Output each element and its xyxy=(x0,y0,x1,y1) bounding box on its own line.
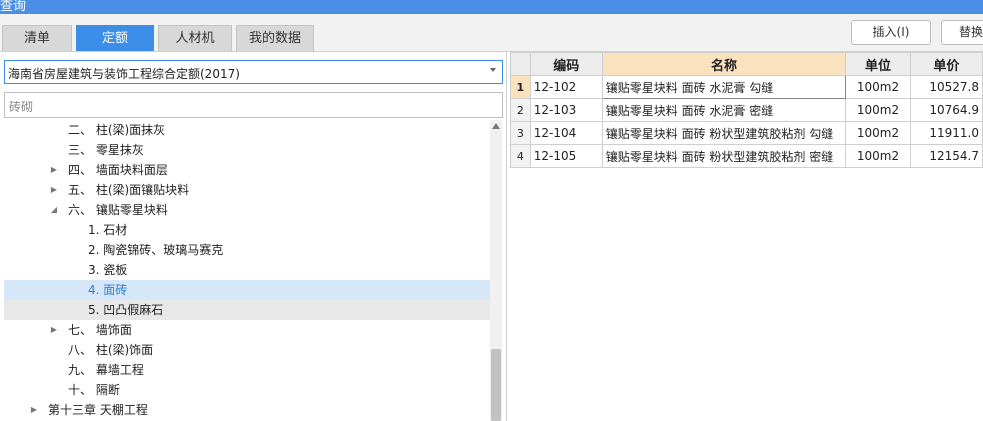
table-header-row: 编码 名称 单位 单价 xyxy=(510,52,983,76)
tree-node[interactable]: ▶ 五、 柱(梁)面镶贴块料 xyxy=(4,180,490,200)
tree-node[interactable]: 八、 柱(梁)饰面 xyxy=(4,340,490,360)
replace-button[interactable]: 替换 xyxy=(941,20,983,45)
triangle-right-icon[interactable]: ▶ xyxy=(49,160,59,180)
tree-node[interactable]: 二、 柱(梁)面抹灰 xyxy=(4,120,490,140)
cell-code[interactable]: 12-103 xyxy=(529,98,603,122)
cell-name[interactable]: 镶贴零星块料 面砖 水泥膏 勾缝 xyxy=(601,75,847,99)
cell-name[interactable]: 镶贴零星块料 面砖 水泥膏 密缝 xyxy=(601,98,847,122)
tree-node-label: 2. 陶瓷锦砖、玻璃马赛克 xyxy=(88,243,224,257)
table-row[interactable]: 2 12-103 镶贴零星块料 面砖 水泥膏 密缝 100m2 10764.9 xyxy=(510,98,983,122)
tree-node-selected[interactable]: 4. 面砖 xyxy=(4,280,490,300)
tree-scrollbar[interactable] xyxy=(490,120,502,421)
tab-labor-material-machine[interactable]: 人材机 xyxy=(158,25,232,51)
row-index: 3 xyxy=(510,121,531,145)
quota-results-table: 编码 名称 单位 单价 1 12-102 镶贴零星块料 面砖 水泥膏 勾缝 10… xyxy=(510,52,983,168)
insert-button[interactable]: 插入(I) xyxy=(851,20,931,45)
cell-unit[interactable]: 100m2 xyxy=(845,75,911,99)
column-header-price[interactable]: 单价 xyxy=(909,52,983,76)
tree-node-label: 1. 石材 xyxy=(88,223,128,237)
tree-node-label: 5. 凹凸假麻石 xyxy=(88,303,164,317)
row-index: 2 xyxy=(510,98,531,122)
tree-node-label: 3. 瓷板 xyxy=(88,263,128,277)
tab-bar: 清单 定额 人材机 我的数据 插入(I) 替换 xyxy=(0,14,983,52)
tab-bill[interactable]: 清单 xyxy=(2,25,72,51)
tree-node-label: 十、 隔断 xyxy=(68,383,120,397)
scrollbar-thumb[interactable] xyxy=(491,349,501,421)
cell-name[interactable]: 镶贴零星块料 面砖 粉状型建筑胶粘剂 勾缝 xyxy=(601,121,847,145)
cell-unit[interactable]: 100m2 xyxy=(845,144,911,168)
window-title: 查询 xyxy=(0,0,27,14)
cell-code[interactable]: 12-102 xyxy=(529,75,603,99)
triangle-right-icon[interactable]: ▶ xyxy=(29,400,39,420)
tree-node[interactable]: 十、 隔断 xyxy=(4,380,490,400)
quota-results-panel: 编码 名称 单位 单价 1 12-102 镶贴零星块料 面砖 水泥膏 勾缝 10… xyxy=(508,52,983,421)
tree-node-label: 九、 幕墙工程 xyxy=(68,363,144,377)
tree-node-label: 七、 墙饰面 xyxy=(68,323,132,337)
search-input[interactable]: 砖砌 xyxy=(4,92,503,118)
tree-node-label: 六、 镶贴零星块料 xyxy=(68,203,168,217)
tab-my-data[interactable]: 我的数据 xyxy=(236,25,314,51)
triangle-right-icon[interactable]: ▶ xyxy=(49,320,59,340)
cell-price[interactable]: 10764.9 xyxy=(909,98,983,122)
search-input-value: 砖砌 xyxy=(9,100,34,114)
cell-code[interactable]: 12-105 xyxy=(529,144,603,168)
cell-unit[interactable]: 100m2 xyxy=(845,98,911,122)
column-header-name[interactable]: 名称 xyxy=(601,52,847,76)
tree-node[interactable]: 2. 陶瓷锦砖、玻璃马赛克 xyxy=(4,240,490,260)
tree-node-label: 4. 面砖 xyxy=(88,283,128,297)
table-row[interactable]: 1 12-102 镶贴零星块料 面砖 水泥膏 勾缝 100m2 10527.8 xyxy=(510,75,983,99)
column-header-code[interactable]: 编码 xyxy=(529,52,603,76)
tree-node[interactable]: ▶ 四、 墙面块料面层 xyxy=(4,160,490,180)
column-header-unit[interactable]: 单位 xyxy=(845,52,911,76)
cell-code[interactable]: 12-104 xyxy=(529,121,603,145)
tree-node-label: 五、 柱(梁)面镶贴块料 xyxy=(68,183,190,197)
tree-node[interactable]: 5. 凹凸假麻石 xyxy=(4,300,490,320)
tree-node[interactable]: ▶ 第十三章 天棚工程 xyxy=(4,400,490,420)
tree-node[interactable]: 九、 幕墙工程 xyxy=(4,360,490,380)
tab-quota[interactable]: 定额 xyxy=(76,25,154,51)
tree-node-label: 八、 柱(梁)饰面 xyxy=(68,343,154,357)
tree-node[interactable]: 三、 零星抹灰 xyxy=(4,140,490,160)
tree-node[interactable]: 1. 石材 xyxy=(4,220,490,240)
tree-node[interactable]: ◢ 六、 镶贴零星块料 xyxy=(4,200,490,220)
triangle-right-icon[interactable]: ▶ xyxy=(49,180,59,200)
cell-unit[interactable]: 100m2 xyxy=(845,121,911,145)
chevron-down-icon[interactable] xyxy=(490,68,496,72)
tree-node[interactable]: ▶ 七、 墙饰面 xyxy=(4,320,490,340)
tree-node-label: 四、 墙面块料面层 xyxy=(68,163,168,177)
tree-node-label: 二、 柱(梁)面抹灰 xyxy=(68,123,166,137)
triangle-down-icon[interactable]: ◢ xyxy=(49,200,59,220)
quota-library-select[interactable]: 海南省房屋建筑与装饰工程综合定额(2017) xyxy=(4,60,503,84)
row-index: 1 xyxy=(510,75,531,99)
table-row[interactable]: 3 12-104 镶贴零星块料 面砖 粉状型建筑胶粘剂 勾缝 100m2 119… xyxy=(510,121,983,145)
quota-tree: 二、 柱(梁)面抹灰 三、 零星抹灰 ▶ 四、 墙面块料面层 ▶ 五、 柱(梁)… xyxy=(4,120,490,421)
cell-price[interactable]: 11911.0 xyxy=(909,121,983,145)
row-index: 4 xyxy=(510,144,531,168)
tree-node-label: 三、 零星抹灰 xyxy=(68,143,144,157)
quota-tree-panel: 海南省房屋建筑与装饰工程综合定额(2017) 砖砌 二、 柱(梁)面抹灰 三、 … xyxy=(0,52,507,421)
table-row[interactable]: 4 12-105 镶贴零星块料 面砖 粉状型建筑胶粘剂 密缝 100m2 121… xyxy=(510,144,983,168)
scroll-up-icon[interactable] xyxy=(492,123,500,129)
cell-price[interactable]: 10527.8 xyxy=(909,75,983,99)
tree-node-label: 第十三章 天棚工程 xyxy=(48,403,148,417)
window-titlebar: 查询 xyxy=(0,0,983,14)
cell-name[interactable]: 镶贴零星块料 面砖 粉状型建筑胶粘剂 密缝 xyxy=(601,144,847,168)
row-index-header xyxy=(510,52,531,76)
cell-price[interactable]: 12154.7 xyxy=(909,144,983,168)
quota-library-value: 海南省房屋建筑与装饰工程综合定额(2017) xyxy=(8,67,240,81)
tree-node[interactable]: 3. 瓷板 xyxy=(4,260,490,280)
